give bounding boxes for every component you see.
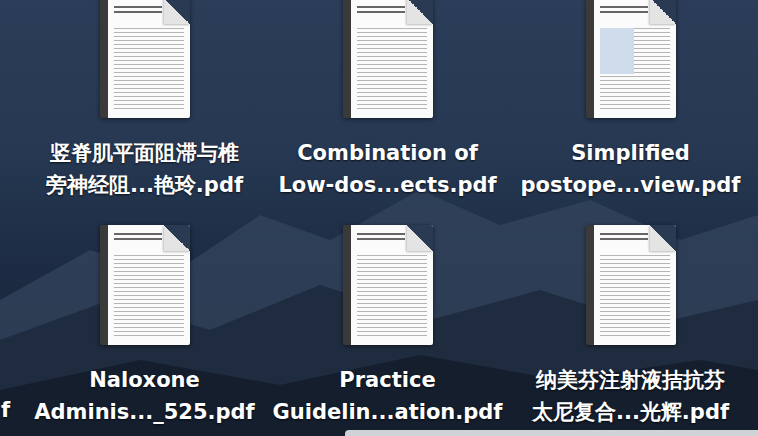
window-edge [345,430,758,436]
label-line[interactable]: Simplified [521,137,741,169]
pdf-document-icon[interactable] [100,225,190,345]
pdf-document-icon[interactable] [343,225,433,345]
label-line[interactable]: 旁神经阻...艳玲.pdf [46,169,243,201]
file-icon-item[interactable]: 竖脊肌平面阻滞与椎旁神经阻...艳玲.pdf [23,0,266,201]
pdf-document-icon[interactable] [100,0,190,118]
label-line[interactable]: Adminis..._525.pdf [34,396,254,428]
icon-grid: 竖脊肌平面阻滞与椎旁神经阻...艳玲.pdf Combination ofLow-… [0,0,758,428]
label-line[interactable]: Low-dos...ects.pdf [278,169,496,201]
file-icon-item[interactable]: Simplifiedpostope...view.pdf [509,0,752,201]
pdf-document-icon[interactable] [586,225,676,345]
label-line[interactable]: 太尼复合...光辉.pdf [532,396,729,428]
file-label[interactable]: PracticeGuidelin...ation.pdf [273,364,503,428]
desktop: 竖脊肌平面阻滞与椎旁神经阻...艳玲.pdf Combination ofLow-… [0,0,758,436]
label-line[interactable]: 竖脊肌平面阻滞与椎 [46,137,243,169]
label-line[interactable]: Practice [273,364,503,396]
file-icon-item[interactable]: Combination ofLow-dos...ects.pdf [266,0,509,201]
label-line[interactable]: Combination of [278,137,496,169]
label-line[interactable]: Guidelin...ation.pdf [273,396,503,428]
label-line[interactable]: postope...view.pdf [521,169,741,201]
pdf-document-icon[interactable] [586,0,676,118]
file-label[interactable]: 竖脊肌平面阻滞与椎旁神经阻...艳玲.pdf [46,137,243,201]
file-label[interactable]: NaloxoneAdminis..._525.pdf [34,364,254,428]
file-label[interactable]: 纳美芬注射液拮抗芬太尼复合...光辉.pdf [532,364,729,428]
file-icon-item[interactable]: NaloxoneAdminis..._525.pdf [23,225,266,428]
label-line[interactable]: 纳美芬注射液拮抗芬 [532,364,729,396]
label-line[interactable]: Naloxone [34,364,254,396]
file-label[interactable]: Combination ofLow-dos...ects.pdf [278,137,496,201]
file-label[interactable]: Simplifiedpostope...view.pdf [521,137,741,201]
file-label-fragment[interactable]: f [1,394,10,426]
file-icon-item[interactable]: PracticeGuidelin...ation.pdf [266,225,509,428]
pdf-document-icon[interactable] [343,0,433,118]
file-icon-item[interactable]: 纳美芬注射液拮抗芬太尼复合...光辉.pdf [509,225,752,428]
